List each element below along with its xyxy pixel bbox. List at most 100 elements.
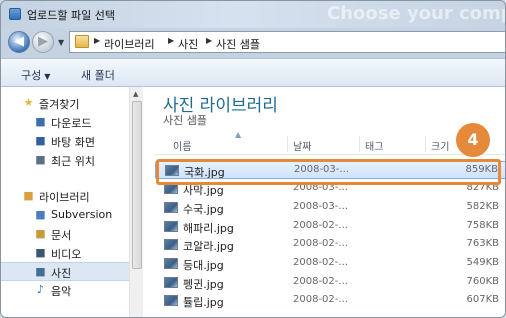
image-file-icon: [164, 239, 178, 250]
file-row[interactable]: 코알라.jpg 2008-02-... 763KB: [155, 236, 505, 254]
forward-arrow-icon: ▶: [38, 34, 48, 49]
sidebar-item-documents[interactable]: ■ 문서: [1, 225, 129, 244]
sidebar-item-label: 즐겨찾기: [39, 98, 80, 111]
image-file-icon: [164, 202, 178, 213]
file-date: 2008-03-...: [293, 201, 348, 212]
navigation-pane: ★ 즐겨찾기 ■ 다운로드 ■ 바탕 화면 ■ 최근 위치 ■ 라이브러리 ■ …: [1, 87, 143, 317]
file-row[interactable]: 수국.jpg 2008-03-... 582KB: [155, 199, 505, 217]
column-divider[interactable]: [359, 136, 360, 152]
address-bar[interactable]: ▶ 라이브러리 ▶ 사진 ▶ 사진 샘플: [69, 31, 505, 53]
file-name: 수국.jpg: [183, 203, 224, 216]
sidebar-item-label: 사진: [51, 267, 72, 280]
file-date: 2008-02-...: [293, 257, 348, 268]
column-divider[interactable]: [287, 136, 288, 152]
recent-pages-dropdown[interactable]: ▼: [58, 38, 64, 47]
folder-icon: [75, 35, 89, 48]
file-name: 해파리.jpg: [183, 222, 234, 235]
star-icon: ★: [23, 96, 34, 109]
sidebar-item-recent-places[interactable]: ■ 최근 위치: [1, 151, 129, 170]
file-picker-window: 업로드할 파일 선택 Choose your comp ◀ ▶ ▼ ▶ 라이브러…: [0, 0, 506, 318]
column-divider[interactable]: [425, 136, 426, 152]
image-file-icon: [164, 295, 178, 306]
file-name: 등대.jpg: [183, 259, 224, 272]
breadcrumb-separator-icon[interactable]: ▶: [206, 36, 212, 45]
navigation-bar: ◀ ▶ ▼ ▶ 라이브러리 ▶ 사진 ▶ 사진 샘플: [1, 28, 505, 58]
image-file-icon: [164, 277, 178, 288]
sidebar-item-music[interactable]: ♪ 음악: [1, 281, 129, 300]
desktop-icon: ■: [35, 134, 46, 147]
sidebar-item-label: 음악: [51, 285, 72, 298]
breadcrumb-pictures[interactable]: 사진: [178, 36, 198, 52]
sidebar-item-label: Subversion: [51, 208, 113, 221]
subversion-library-icon: ■: [35, 208, 46, 221]
file-date: 2008-02-...: [293, 220, 348, 231]
file-date: 2008-02-...: [293, 294, 348, 305]
chevron-down-icon: ▼: [44, 72, 51, 81]
file-row[interactable]: 펭귄.jpg 2008-02-... 760KB: [155, 274, 505, 292]
column-header-tags[interactable]: 태그: [365, 133, 425, 154]
sidebar-item-label: 라이브러리: [39, 191, 90, 204]
column-header-label: 이름: [173, 142, 192, 153]
back-arrow-icon: ◀: [14, 34, 24, 49]
file-name: 펭귄.jpg: [183, 278, 224, 291]
sidebar-item-desktop[interactable]: ■ 바탕 화면: [1, 132, 129, 151]
column-header-date[interactable]: 날짜: [293, 133, 353, 154]
file-date: 2008-02-...: [293, 238, 348, 249]
recent-places-icon: ■: [35, 153, 46, 166]
sidebar-item-label: 문서: [51, 229, 72, 242]
title-bar: 업로드할 파일 선택 Choose your comp: [1, 1, 506, 28]
sidebar-item-label: 최근 위치: [51, 155, 95, 168]
highlight-frame: [156, 159, 501, 185]
music-icon: ♪: [36, 283, 45, 296]
sort-ascending-icon: ▲: [235, 130, 242, 139]
file-list-pane: 사진 라이브러리 사진 샘플 ▲ 이름 날짜 태그 크기 국화.jpg 2008…: [143, 87, 505, 317]
file-name: 튤립.jpg: [183, 296, 224, 309]
background-window-text: Choose your comp: [327, 3, 506, 24]
file-size: 758KB: [466, 220, 499, 231]
back-button[interactable]: ◀: [8, 31, 30, 53]
file-date: 2008-02-...: [293, 276, 348, 287]
pictures-icon: ■: [35, 265, 46, 278]
file-row[interactable]: 튤립.jpg 2008-02-... 607KB: [155, 292, 505, 310]
file-size: 763KB: [466, 238, 499, 249]
organize-button[interactable]: 구성 ▼: [21, 67, 50, 83]
file-row[interactable]: 해파리.jpg 2008-02-... 758KB: [155, 218, 505, 236]
file-size: 760KB: [466, 276, 499, 287]
sidebar-item-label: 비디오: [51, 248, 82, 261]
sidebar-item-label: 바탕 화면: [51, 136, 95, 149]
sidebar-item-subversion[interactable]: ■ Subversion: [1, 206, 129, 225]
image-file-icon: [164, 221, 178, 232]
breadcrumb-libraries[interactable]: 라이브러리: [104, 36, 155, 52]
sidebar-item-videos[interactable]: ■ 비디오: [1, 244, 129, 263]
command-toolbar: 구성 ▼ 새 폴더: [1, 58, 505, 87]
sidebar-item-pictures[interactable]: ■ 사진: [1, 262, 129, 281]
column-header-row: ▲ 이름 날짜 태그 크기: [155, 130, 505, 155]
image-file-icon: [164, 258, 178, 269]
documents-icon: ■: [35, 227, 46, 240]
sidebar-scrollbar[interactable]: ▲: [129, 87, 143, 317]
videos-icon: ■: [35, 246, 46, 259]
new-folder-button[interactable]: 새 폴더: [81, 67, 115, 83]
sidebar-item-favorites[interactable]: ★ 즐겨찾기: [1, 94, 129, 113]
app-icon: [9, 8, 21, 20]
file-size: 607KB: [466, 294, 499, 305]
library-subtitle: 사진 샘플: [163, 114, 207, 127]
download-folder-icon: ■: [35, 115, 46, 128]
sidebar-item-downloads[interactable]: ■ 다운로드: [1, 113, 129, 132]
breadcrumb-separator-icon[interactable]: ▶: [168, 36, 174, 45]
forward-button[interactable]: ▶: [32, 31, 54, 53]
column-header-name[interactable]: ▲ 이름: [173, 130, 283, 154]
libraries-icon: ■: [23, 189, 34, 202]
sidebar-item-libraries[interactable]: ■ 라이브러리: [1, 187, 129, 206]
breadcrumb-sample-pictures[interactable]: 사진 샘플: [216, 36, 260, 52]
window-title: 업로드할 파일 선택: [27, 9, 115, 22]
file-size: 549KB: [466, 257, 499, 268]
scroll-up-icon[interactable]: ▲: [133, 90, 138, 98]
scrollbar-thumb[interactable]: [132, 101, 142, 269]
sidebar-item-label: 다운로드: [51, 117, 92, 130]
breadcrumb-separator-icon[interactable]: ▶: [94, 36, 100, 45]
file-row[interactable]: 등대.jpg 2008-02-... 549KB: [155, 255, 505, 273]
step-number-badge: 4: [456, 123, 490, 157]
organize-label: 구성: [21, 69, 42, 82]
file-size: 582KB: [466, 201, 499, 212]
